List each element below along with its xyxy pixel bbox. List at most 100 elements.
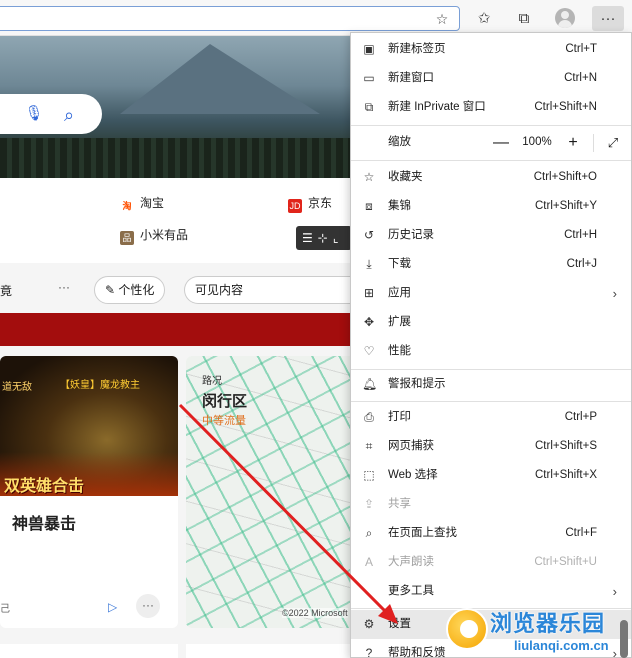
more-tools-icon: [362, 584, 376, 598]
quick-link-youpin[interactable]: 品小米有品: [120, 226, 188, 245]
traffic-map-card[interactable]: 路况 闵行区 中等流量 ©2022 Microsoft: [186, 356, 358, 628]
menu-item-downloads[interactable]: ⤓ 下载 Ctrl+J: [351, 250, 631, 279]
traffic-status: 中等流量: [202, 415, 246, 427]
menu-item-shortcut: Ctrl+T: [565, 43, 597, 55]
site-watermark: 浏览器乐园 liulanqi.com.cn: [446, 604, 632, 658]
chevron-right-icon: ›: [612, 584, 617, 599]
favorites-button[interactable]: ✩: [470, 6, 498, 31]
menu-item-label: 新建 InPrivate 窗口: [388, 101, 486, 113]
menu-item-label: 共享: [388, 498, 411, 510]
menu-item-new-window[interactable]: ▭ 新建窗口 Ctrl+N: [351, 64, 631, 93]
menu-item-label: 应用: [388, 287, 411, 299]
chevron-right-icon: ›: [612, 286, 617, 301]
next-card[interactable]: [0, 644, 178, 658]
fullscreen-icon[interactable]: ⤢: [603, 128, 623, 157]
map-title: 闵行区: [202, 393, 248, 410]
watermark-url: liulanqi.com.cn: [514, 638, 609, 653]
menu-item-shortcut: Ctrl+J: [566, 258, 597, 270]
menu-item-share: ⇪ 共享: [351, 490, 631, 519]
menu-item-collections[interactable]: ⧈ 集锦 Ctrl+Shift+Y: [351, 192, 631, 221]
ad-banner[interactable]: [0, 313, 360, 346]
quick-links: 淘淘宝 JD 京东 品小米有品: [0, 178, 360, 263]
menu-item-extensions[interactable]: ✥ 扩展: [351, 308, 631, 337]
feed-filter-bar: 竟 ··· ✎ 个性化 可见内容: [0, 276, 360, 308]
address-bar[interactable]: ☆: [0, 6, 460, 31]
game-tag: 【妖皇】魔龙教主: [60, 380, 140, 391]
download-icon: ⤓: [366, 257, 372, 271]
menu-item-web-capture[interactable]: ⌗ 网页捕获 Ctrl+Shift+S: [351, 432, 631, 461]
quick-link-taobao[interactable]: 淘淘宝: [120, 194, 164, 213]
help-icon: ?: [365, 646, 373, 658]
web-capture-icon: ⌗: [365, 439, 373, 453]
new-window-icon: ▭: [363, 71, 375, 85]
zoom-label: 缩放: [388, 136, 411, 148]
floating-toolbar[interactable]: ☰⊹⌞: [296, 226, 352, 250]
microphone-icon[interactable]: 🎙︎: [24, 104, 44, 124]
zoom-in-button[interactable]: +: [563, 128, 583, 157]
feed-tab-partial[interactable]: 竟: [0, 282, 12, 299]
menu-item-shortcut: Ctrl+P: [564, 411, 597, 423]
favorites-icon: ✩: [477, 10, 491, 27]
favorites-icon: ☆: [363, 170, 375, 184]
menu-item-history[interactable]: ↺ 历史记录 Ctrl+H: [351, 221, 631, 250]
menu-item-label: 更多工具: [388, 585, 434, 597]
game-ad-card[interactable]: 道无敌 【妖皇】魔龙教主 双英雄合击 神兽暴击 己 ▷ ···: [0, 356, 178, 628]
menu-item-label: 设置: [388, 618, 411, 630]
pencil-icon: ✎: [105, 283, 116, 297]
menu-item-more-tools[interactable]: 更多工具 ›: [351, 577, 631, 606]
card-more-button[interactable]: ···: [136, 594, 160, 618]
menu-item-label: 新建窗口: [388, 72, 434, 84]
menu-item-label: 在页面上查找: [388, 527, 457, 539]
menu-item-label: 新建标签页: [388, 43, 446, 55]
play-icon[interactable]: ▷: [108, 600, 117, 614]
menu-item-label: 打印: [388, 411, 411, 423]
collections-button[interactable]: ⧉: [510, 6, 538, 31]
personalize-label: 个性化: [118, 283, 155, 297]
web-select-icon: ⬚: [363, 468, 375, 482]
menu-item-alerts[interactable]: 🔔︎ 警报和提示: [351, 370, 631, 399]
menu-item-performance[interactable]: ♡ 性能: [351, 337, 631, 366]
search-icon[interactable]: ⌕: [58, 104, 80, 126]
menu-item-label: 网页捕获: [388, 440, 434, 452]
menu-item-label: 大声朗读: [388, 556, 434, 568]
menu-item-label: 集锦: [388, 200, 411, 212]
hero-background: 🎙︎ ⌕: [0, 36, 360, 178]
quick-link-label: 小米有品: [140, 228, 189, 242]
next-card[interactable]: [186, 644, 358, 658]
menu-item-apps[interactable]: ⊞ 应用 ›: [351, 279, 631, 308]
menu-item-new-inprivate[interactable]: ⧉ 新建 InPrivate 窗口 Ctrl+Shift+N: [351, 93, 631, 122]
menu-item-shortcut: Ctrl+Shift+O: [533, 171, 597, 183]
menu-item-shortcut: Ctrl+Shift+X: [535, 469, 597, 481]
menu-item-find[interactable]: ⌕ 在页面上查找 Ctrl+F: [351, 519, 631, 548]
visible-content-button[interactable]: 可见内容: [184, 276, 354, 304]
menu-item-shortcut: Ctrl+Shift+N: [534, 101, 597, 113]
menu-item-label: 收藏夹: [388, 171, 423, 183]
new-tab-icon: ▣: [363, 42, 375, 56]
menu-item-label: Web 选择: [388, 469, 438, 481]
quick-link-jd[interactable]: JD 京东: [288, 194, 332, 213]
menu-item-label: 扩展: [388, 316, 411, 328]
personalize-button[interactable]: ✎ 个性化: [94, 276, 166, 304]
favorite-star-icon[interactable]: ☆: [433, 10, 451, 28]
zoom-out-button[interactable]: —: [491, 128, 511, 157]
profile-avatar[interactable]: [555, 8, 575, 28]
map-copyright: ©2022 Microsoft: [282, 608, 348, 618]
zoom-level: 100%: [522, 136, 552, 148]
game-caption: 双英雄合击: [4, 478, 85, 495]
read-aloud-icon: A: [364, 555, 373, 569]
menu-item-label: 警报和提示: [388, 378, 446, 390]
settings-icon: ⚙: [363, 617, 375, 631]
collections-icon: ⧈: [365, 199, 373, 213]
menu-item-web-select[interactable]: ⬚ Web 选择 Ctrl+Shift+X: [351, 461, 631, 490]
search-box[interactable]: 🎙︎ ⌕: [0, 94, 102, 134]
history-icon: ↺: [363, 228, 375, 242]
menu-item-label: 帮助和反馈: [388, 647, 446, 658]
menu-item-print[interactable]: ⎙ 打印 Ctrl+P: [351, 403, 631, 432]
more-icon: ···: [600, 10, 616, 27]
taobao-icon: 淘: [120, 199, 134, 213]
feed-more-icon[interactable]: ···: [58, 280, 70, 294]
menu-item-label: 下载: [388, 258, 411, 270]
more-button[interactable]: ···: [592, 6, 624, 31]
menu-item-favorites[interactable]: ☆ 收藏夹 Ctrl+Shift+O: [351, 163, 631, 192]
menu-item-new-tab[interactable]: ▣ 新建标签页 Ctrl+T: [351, 35, 631, 64]
